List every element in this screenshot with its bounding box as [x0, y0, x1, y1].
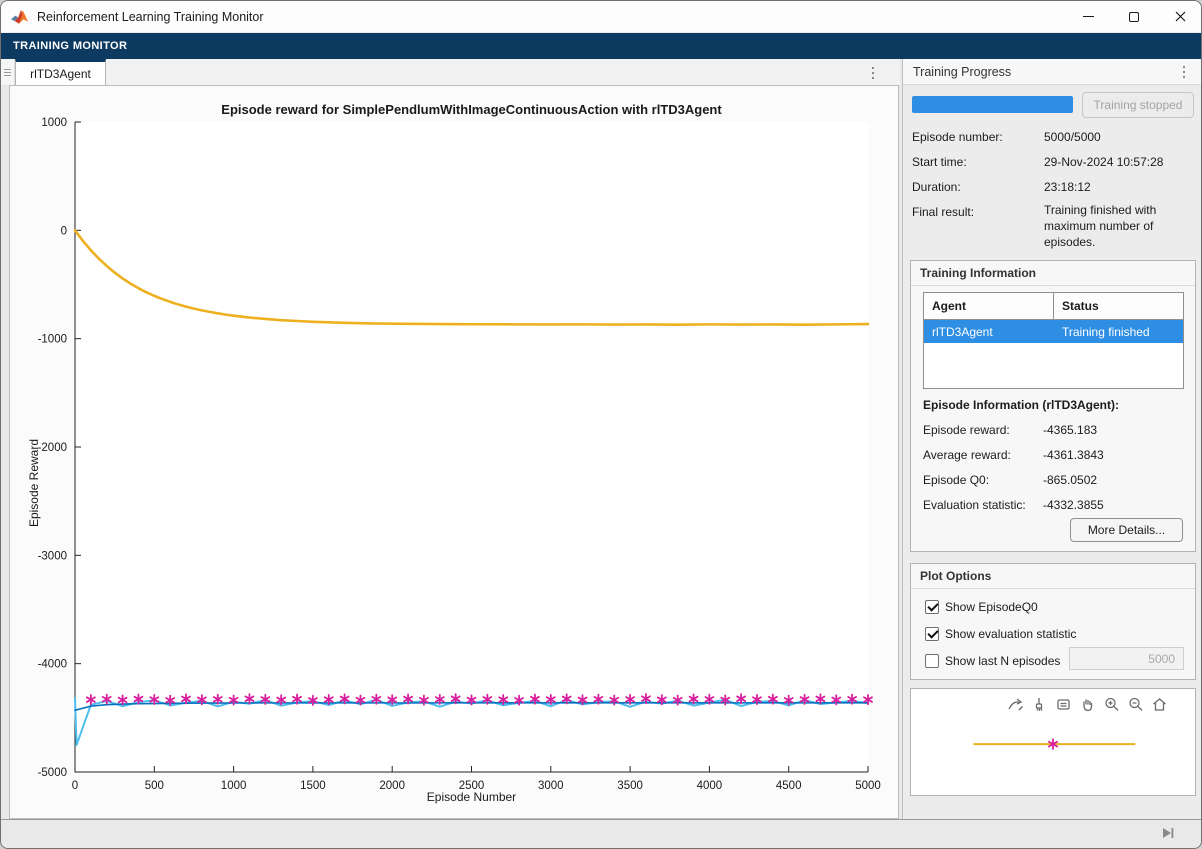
final-result-label: Final result: [912, 205, 975, 219]
show-last-n-episodes-checkbox[interactable] [925, 654, 939, 668]
svg-text:-1000: -1000 [38, 334, 67, 346]
zoom-in-icon[interactable] [1102, 695, 1121, 714]
app-window: Reinforcement Learning Training Monitor … [0, 0, 1202, 849]
training-stopped-button[interactable]: Training stopped [1082, 92, 1194, 118]
duration-label: Duration: [912, 180, 961, 194]
tab-rltd3agent[interactable]: rlTD3Agent [15, 59, 106, 85]
show-evaluation-statistic-checkbox[interactable] [925, 627, 939, 641]
minimize-icon[interactable] [1065, 1, 1111, 32]
show-episodeq0-label: Show EpisodeQ0 [945, 600, 1038, 614]
agent-cell: rlTD3Agent [924, 320, 1054, 343]
close-icon[interactable] [1157, 1, 1201, 32]
svg-text:-4000: -4000 [38, 659, 67, 671]
training-progress-bar [912, 96, 1073, 113]
episode-reward-document: Episode reward for SimplePendlumWithImag… [9, 85, 899, 819]
agent-status-table: Agent Status rlTD3Agent Training finishe… [923, 292, 1184, 389]
ribbon-tab-training-monitor[interactable]: TRAINING MONITOR [13, 40, 127, 52]
svg-text:1000: 1000 [41, 117, 67, 129]
episode-q0-label: Episode Q0: [923, 473, 990, 487]
evaluation-statistic-value: -4332.3855 [1043, 498, 1104, 512]
datatips-icon[interactable] [1054, 695, 1073, 714]
export-icon[interactable] [1006, 695, 1025, 714]
column-status[interactable]: Status [1054, 293, 1183, 319]
evaluation-statistic-label: Evaluation statistic: [923, 498, 1026, 512]
svg-text:-3000: -3000 [38, 550, 67, 562]
expand-panel-icon[interactable] [1161, 826, 1175, 840]
window-title: Reinforcement Learning Training Monitor [37, 9, 264, 24]
duration-value: 23:18:12 [1044, 180, 1091, 194]
table-row[interactable]: rlTD3Agent Training finished [924, 320, 1183, 343]
show-evaluation-statistic-label: Show evaluation statistic [945, 627, 1077, 641]
document-tab-strip: rlTD3Agent [1, 59, 900, 85]
episode-number-label: Episode number: [912, 130, 1003, 144]
checkbox-row-evaluation: Show evaluation statistic [925, 627, 1076, 641]
episode-information-title: Episode Information (rlTD3Agent): [923, 398, 1119, 412]
checkbox-row-episodeq0: Show EpisodeQ0 [925, 600, 1038, 614]
last-n-episodes-input[interactable] [1069, 647, 1184, 670]
episode-reward-chart: 10000-1000-2000-3000-4000-50000 500 1000 15… [38, 117, 881, 792]
episode-reward-label: Episode reward: [923, 423, 1010, 437]
matlab-logo-icon [11, 9, 29, 24]
more-details-button[interactable]: More Details... [1070, 518, 1183, 542]
zoom-out-icon[interactable] [1126, 695, 1145, 714]
drag-handle-icon[interactable] [1, 59, 15, 85]
axes-toolbar [1006, 695, 1169, 714]
show-episodeq0-checkbox[interactable] [925, 600, 939, 614]
brush-icon[interactable] [1030, 695, 1049, 714]
y-axis-label: Episode Reward [27, 438, 41, 528]
episode-q0-value: -865.0502 [1043, 473, 1098, 487]
training-information-title: Training Information [920, 266, 1036, 280]
average-reward-value: -4361.3843 [1043, 448, 1104, 462]
status-cell: Training finished [1062, 324, 1150, 339]
show-last-n-episodes-label: Show last N episodes [945, 654, 1061, 668]
svg-text:0: 0 [61, 225, 67, 237]
title-bar: Reinforcement Learning Training Monitor [1, 1, 1201, 33]
average-reward-label: Average reward: [923, 448, 1011, 462]
column-agent[interactable]: Agent [924, 293, 1054, 319]
panel-actions-icon[interactable] [1175, 63, 1193, 81]
table-header-row: Agent Status [924, 293, 1183, 320]
svg-text:-2000: -2000 [38, 442, 67, 454]
start-time-label: Start time: [912, 155, 967, 169]
episode-reward-value: -4365.183 [1043, 423, 1098, 437]
status-bar [1, 819, 1201, 848]
pan-icon[interactable] [1078, 695, 1097, 714]
document-actions-icon[interactable] [864, 64, 882, 82]
final-result-value: Training finished with maximum number of… [1044, 203, 1157, 249]
svg-text:-5000: -5000 [38, 767, 67, 779]
training-information-card: Training Information Agent Status rlTD3A… [910, 260, 1196, 552]
panel-title: Training Progress [913, 64, 1012, 79]
restore-view-icon[interactable] [1150, 695, 1169, 714]
toolstrip-ribbon: TRAINING MONITOR [1, 33, 1201, 59]
training-progress-bar-fill [912, 96, 1073, 113]
chart-title: Episode reward for SimplePendlumWithImag… [221, 102, 722, 117]
plot-options-title: Plot Options [920, 569, 992, 583]
episode-number-value: 5000/5000 [1044, 130, 1101, 144]
panel-header: Training Progress [903, 59, 1201, 85]
training-progress-panel: Training Progress Training stopped Episo… [902, 59, 1201, 819]
preview-plot-card [910, 688, 1196, 796]
plot-options-card: Plot Options Show EpisodeQ0 Show evaluat… [910, 563, 1196, 680]
x-axis-label: Episode Number [426, 790, 517, 804]
tab-label: rlTD3Agent [30, 66, 91, 81]
checkbox-row-last-n: Show last N episodes [925, 654, 1060, 668]
start-time-value: 29-Nov-2024 10:57:28 [1044, 155, 1164, 169]
maximize-icon[interactable] [1111, 1, 1157, 32]
